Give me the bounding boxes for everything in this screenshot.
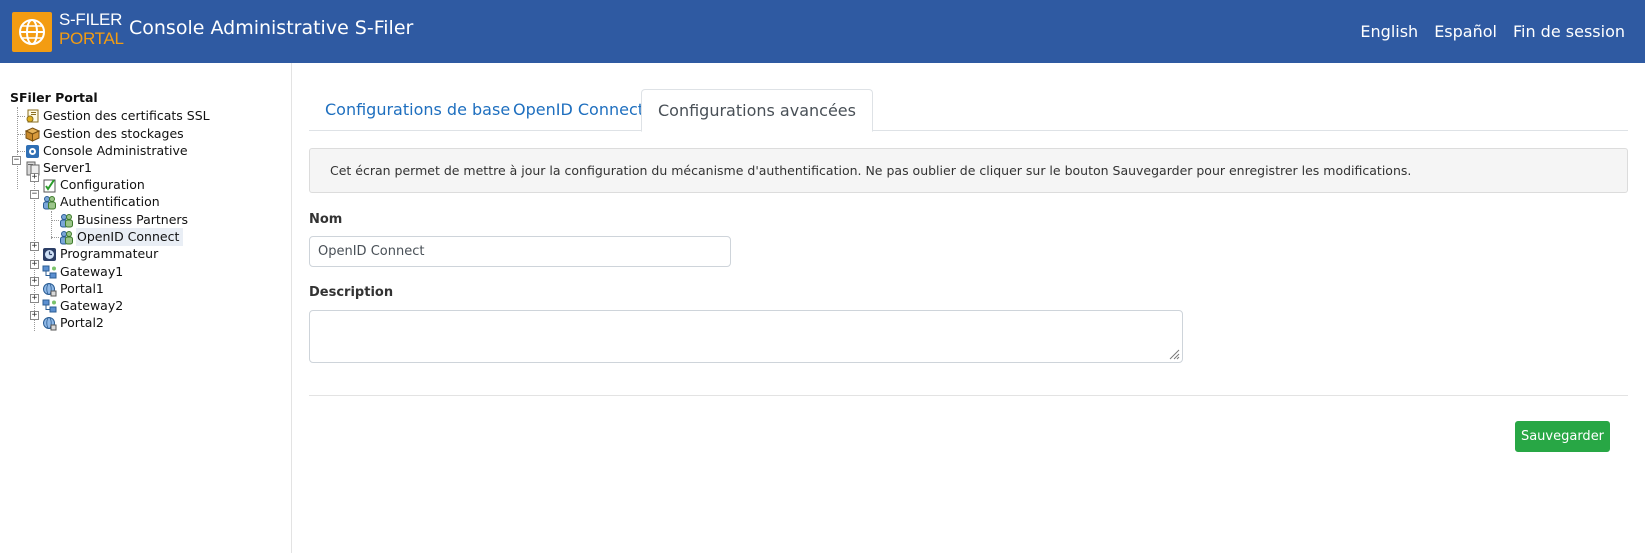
checklist-icon — [42, 178, 57, 193]
top-header: S-FILER PORTAL Console Administrative S-… — [0, 0, 1645, 63]
package-box-icon — [24, 126, 41, 142]
language-spanish-link[interactable]: Español — [1434, 22, 1497, 42]
tree-item-label: Gestion des stockages — [43, 126, 184, 141]
form-divider — [309, 395, 1628, 396]
network-gateway-icon — [42, 299, 57, 314]
users-group-icon — [59, 230, 74, 245]
tree-item-gateway1[interactable]: Gateway1 — [42, 263, 124, 281]
tree-item-label: Gestion des certificats SSL — [43, 108, 210, 123]
settings-gear-icon — [25, 144, 40, 159]
portal-globe-icon — [42, 282, 57, 297]
tree-connector — [17, 134, 25, 135]
tree-item-label: Portal1 — [60, 281, 104, 296]
tree-connector — [17, 107, 18, 189]
collapse-toggle-icon[interactable]: − — [30, 190, 39, 199]
tree-connector — [51, 220, 59, 221]
expand-toggle-icon[interactable]: + — [30, 311, 39, 320]
description-label: Description — [309, 285, 394, 300]
tree-item-admin-console[interactable]: Console Administrative — [25, 142, 189, 160]
expand-toggle-icon[interactable]: + — [30, 242, 39, 251]
tree-item-label: Gateway1 — [60, 264, 124, 279]
brand-line2: PORTAL — [59, 29, 124, 48]
portal-globe-icon — [42, 316, 57, 331]
tree-item-label: Configuration — [60, 177, 145, 192]
tree-item-business-partners[interactable]: Business Partners — [59, 211, 189, 229]
expand-toggle-icon[interactable]: + — [30, 173, 39, 182]
info-message: Cet écran permet de mettre à jour la con… — [309, 148, 1628, 193]
tab-bar: Configurations de base OpenID Connect Co… — [309, 89, 1628, 132]
tree-item-gateway2[interactable]: Gateway2 — [42, 297, 124, 315]
tree-item-label: Authentification — [60, 194, 160, 209]
app-title: Console Administrative S-Filer — [129, 17, 414, 39]
collapse-toggle-icon[interactable]: − — [12, 156, 21, 165]
tree-item-label: Business Partners — [77, 212, 189, 227]
save-button[interactable]: Sauvegarder — [1515, 421, 1610, 452]
tab-openid-connect[interactable]: OpenID Connect — [497, 89, 660, 131]
tree-item-ssl-certificates[interactable]: Gestion des certificats SSL — [25, 107, 211, 125]
tree-root-label[interactable]: SFiler Portal — [10, 89, 98, 107]
tree-connector — [17, 116, 25, 117]
users-group-icon — [42, 195, 57, 210]
header-links: English Español Fin de session — [1360, 22, 1625, 42]
name-label: Nom — [309, 212, 343, 227]
network-gateway-icon — [42, 265, 57, 280]
tree-item-label: OpenID Connect — [76, 228, 184, 246]
expand-toggle-icon[interactable]: + — [30, 260, 39, 269]
tree-item-label: Console Administrative — [43, 143, 188, 158]
main-content: Configurations de base OpenID Connect Co… — [292, 63, 1645, 553]
tree-item-label: Programmateur — [60, 246, 159, 261]
tree-item-configuration[interactable]: Configuration — [42, 176, 146, 194]
clock-icon — [42, 247, 57, 262]
users-group-icon — [59, 213, 74, 228]
tree-item-label: Server1 — [43, 160, 92, 175]
expand-toggle-icon[interactable]: + — [30, 277, 39, 286]
tree-item-label: Portal2 — [60, 315, 104, 330]
globe-logo-icon — [12, 12, 52, 52]
certificate-icon — [25, 109, 40, 124]
tree-item-storage[interactable]: Gestion des stockages — [24, 125, 185, 143]
brand-line1: S-FILER — [59, 10, 123, 29]
name-input[interactable]: OpenID Connect — [309, 236, 731, 267]
tab-advanced-configurations[interactable]: Configurations avancées — [641, 89, 873, 132]
language-english-link[interactable]: English — [1360, 22, 1418, 42]
tree-item-scheduler[interactable]: Programmateur — [42, 245, 159, 263]
description-textarea[interactable] — [309, 310, 1183, 363]
tree-item-authentication[interactable]: Authentification — [42, 193, 161, 211]
tree-item-portal1[interactable]: Portal1 — [42, 280, 105, 298]
tree-item-openid-connect[interactable]: OpenID Connect — [59, 228, 184, 246]
sidebar-tree-panel: SFiler Portal Gestion des certificats SS… — [0, 63, 292, 553]
tree-connector — [17, 151, 25, 152]
resize-grip-icon[interactable] — [1168, 348, 1180, 360]
tree-connector — [34, 177, 35, 331]
logout-link[interactable]: Fin de session — [1513, 22, 1625, 42]
tree-item-portal2[interactable]: Portal2 — [42, 314, 105, 332]
tree-connector — [51, 211, 52, 239]
expand-toggle-icon[interactable]: + — [30, 294, 39, 303]
tree-connector — [51, 237, 59, 238]
tab-basic-configurations[interactable]: Configurations de base — [309, 89, 526, 131]
tree-item-label: Gateway2 — [60, 298, 124, 313]
